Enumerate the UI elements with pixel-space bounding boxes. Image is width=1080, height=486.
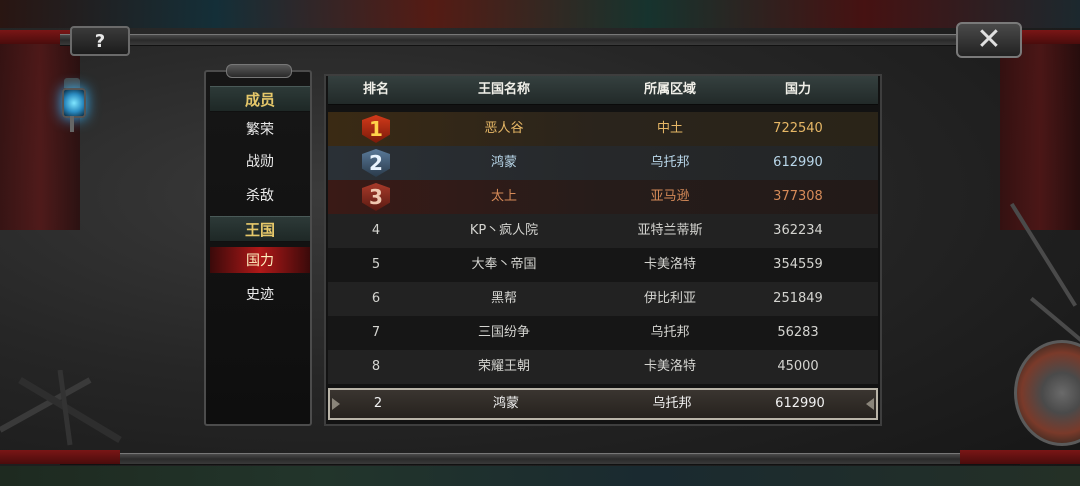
sidebar-header-members: 成员 <box>210 86 310 112</box>
table-row[interactable]: 1 恶人谷 中土 722540 <box>328 112 878 146</box>
sidebar-item-national-power[interactable]: 国力 <box>210 247 310 273</box>
rank-3-badge-icon: 3 <box>362 183 390 211</box>
bottom-frame-bar <box>60 453 1020 465</box>
kingdom-name: 恶人谷 <box>484 121 524 136</box>
kingdom-name: 荣耀王朝 <box>477 359 531 374</box>
sidebar-item-kills[interactable]: 杀敌 <box>210 182 310 208</box>
region: 亚马逊 <box>650 189 690 204</box>
kingdom-name: 黑帮 <box>490 291 518 306</box>
rank: 6 <box>371 291 381 306</box>
sidebar-item-merit[interactable]: 战勋 <box>210 148 310 174</box>
help-button[interactable]: ? <box>70 26 130 56</box>
kingdom-name: 鸿蒙 <box>490 155 518 170</box>
region: 乌托邦 <box>650 325 690 340</box>
help-icon: ? <box>94 30 106 52</box>
bottom-left-cloth <box>0 450 120 464</box>
game-scene-top <box>0 0 1080 28</box>
rank-1-badge-icon: 1 <box>362 115 390 143</box>
rank: 5 <box>371 257 381 272</box>
region: 乌托邦 <box>652 396 692 411</box>
kingdom-name: 太上 <box>490 189 518 204</box>
game-scene-bottom <box>0 466 1080 486</box>
close-icon: ✕ <box>976 22 1002 57</box>
header-kingdom-name: 王国名称 <box>477 82 531 97</box>
power: 354559 <box>773 257 823 272</box>
power: 362234 <box>773 223 823 238</box>
power: 45000 <box>777 359 819 374</box>
sidebar-item-prosperity[interactable]: 繁荣 <box>210 116 310 142</box>
header-rank: 排名 <box>362 82 390 97</box>
header-power: 国力 <box>784 82 812 97</box>
power: 251849 <box>773 291 823 306</box>
table-row[interactable]: 8 荣耀王朝 卡美洛特 45000 <box>328 350 878 384</box>
table-row[interactable]: 7 三国纷争 乌托邦 56283 <box>328 316 878 350</box>
kingdom-name: KP丶疯人院 <box>469 223 539 238</box>
region: 伊比利亚 <box>643 291 697 306</box>
kingdom-name: 大奉丶帝国 <box>471 257 537 272</box>
debris-decoration <box>0 370 122 446</box>
lantern-icon <box>58 72 86 136</box>
kingdom-name: 鸿蒙 <box>492 396 520 411</box>
region: 卡美洛特 <box>643 359 697 374</box>
power: 56283 <box>777 325 819 340</box>
table-header: 排名 王国名称 所属区域 国力 <box>328 76 878 105</box>
kingdom-name: 三国纷争 <box>477 325 531 340</box>
sidebar-header-kingdom: 王国 <box>210 216 310 242</box>
table-row[interactable]: 2 鸿蒙 乌托邦 612990 <box>328 146 878 180</box>
region: 亚特兰蒂斯 <box>637 223 703 238</box>
left-arrow-icon <box>332 398 340 410</box>
rank: 7 <box>371 325 381 340</box>
sidebar-item-history[interactable]: 史迹 <box>210 281 310 307</box>
rank: 4 <box>371 223 381 238</box>
region: 中土 <box>656 121 684 136</box>
region: 乌托邦 <box>650 155 690 170</box>
table-row[interactable]: 4 KP丶疯人院 亚特兰蒂斯 362234 <box>328 214 878 248</box>
table-row[interactable]: 3 太上 亚马逊 377308 <box>328 180 878 214</box>
table-row[interactable]: 6 黑帮 伊比利亚 251849 <box>328 282 878 316</box>
power: 612990 <box>773 155 823 170</box>
rank: 2 <box>373 396 383 411</box>
right-curtain <box>1000 40 1080 230</box>
right-arrow-icon <box>866 398 874 410</box>
close-button[interactable]: ✕ <box>956 22 1022 58</box>
region: 卡美洛特 <box>643 257 697 272</box>
table-row[interactable]: 5 大奉丶帝国 卡美洛特 354559 <box>328 248 878 282</box>
top-frame-bar <box>60 34 1020 46</box>
header-region: 所属区域 <box>643 82 697 97</box>
rank: 8 <box>371 359 381 374</box>
power: 377308 <box>773 189 823 204</box>
power: 612990 <box>775 396 825 411</box>
sidebar-ornament <box>226 64 292 78</box>
bottom-right-cloth <box>960 450 1080 464</box>
rank-2-badge-icon: 2 <box>362 149 390 177</box>
own-kingdom-row[interactable]: 2 鸿蒙 乌托邦 612990 <box>328 388 878 420</box>
power: 722540 <box>773 121 823 136</box>
